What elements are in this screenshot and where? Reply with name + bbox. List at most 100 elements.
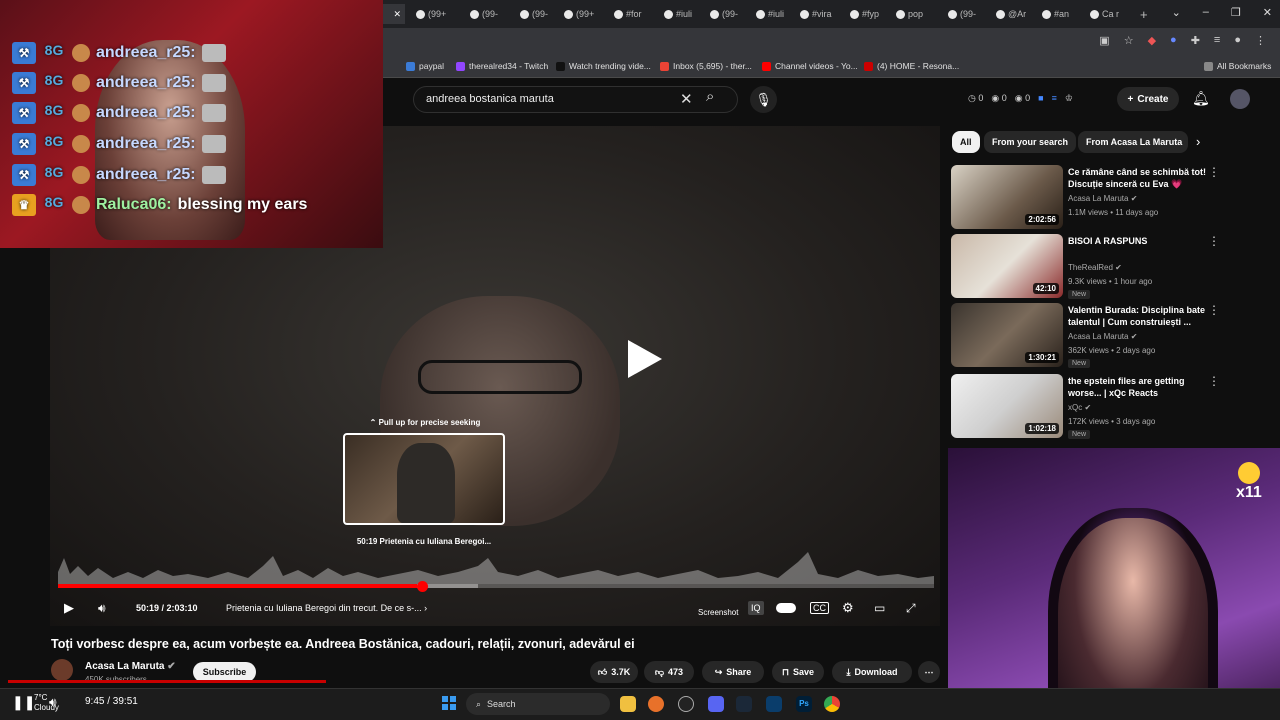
iq-icon[interactable]: IQ <box>748 601 764 615</box>
microphone-icon[interactable]: 🎙 <box>750 86 777 113</box>
maximize-icon[interactable]: ❐ <box>1231 6 1241 19</box>
photoshop-icon[interactable]: Ps <box>796 696 812 712</box>
bookmark-item[interactable]: (4) HOME - Resona... <box>864 61 959 71</box>
recommendation-thumbnail[interactable]: 1:02:18 <box>951 374 1063 438</box>
reading-list-icon[interactable]: ≡ <box>1214 34 1220 47</box>
subscribe-button[interactable]: Subscribe <box>193 662 256 682</box>
recommendation-channel[interactable]: Acasa La Maruta ✔ <box>1068 332 1137 341</box>
bookmark-item[interactable]: Watch trending vide... <box>556 61 651 71</box>
chip-all[interactable]: All <box>952 131 980 153</box>
browser-tab[interactable]: #vira <box>796 4 842 24</box>
fullscreen-icon[interactable]: ⤢ <box>906 598 916 618</box>
clear-search-icon[interactable]: ✕ <box>680 90 693 108</box>
browser-tab[interactable]: @Ar <box>992 4 1034 24</box>
browser-tab[interactable]: (99- <box>516 4 558 24</box>
browser-tab[interactable]: (99+ <box>560 4 606 24</box>
browser-tab[interactable]: pop <box>892 4 940 24</box>
browser-tab[interactable]: (99- <box>706 4 748 24</box>
save-button[interactable]: ⊓ Save <box>772 661 824 683</box>
trophy-icon[interactable]: ♔ <box>1065 93 1073 104</box>
chip-from-channel[interactable]: From Acasa La Maruta <box>1078 131 1188 153</box>
windows-start-icon[interactable] <box>442 696 456 710</box>
screenshot-label[interactable]: Screenshot <box>698 602 738 622</box>
recommendation-item[interactable]: 2:02:56 Ce rămâne când se schimbă tot! Di… <box>950 165 1270 229</box>
taskbar-search[interactable]: ⌕ Search <box>466 693 610 715</box>
browser-tab[interactable]: (99- <box>466 4 512 24</box>
more-icon[interactable]: ⋮ <box>1208 303 1220 317</box>
channel-name[interactable]: Acasa La Maruta ✔ <box>85 661 176 672</box>
like-button[interactable]: 👍︎ 3.7K <box>590 661 638 683</box>
chrome-icon[interactable] <box>824 696 840 712</box>
dropdown-icon[interactable]: ⌄ <box>1172 6 1181 19</box>
recommendation-channel[interactable]: Acasa La Maruta ✔ <box>1068 194 1137 203</box>
share-button[interactable]: ↪ Share <box>702 661 764 683</box>
account-avatar[interactable] <box>1230 89 1250 109</box>
app-icon[interactable] <box>766 696 782 712</box>
minimize-icon[interactable]: – <box>1203 6 1209 19</box>
browser-tab[interactable]: (99- <box>944 4 988 24</box>
recommendation-item[interactable]: 42:10 BISOI A RASPUNS TheRealRed ✔ 9.3K vie… <box>950 234 1270 299</box>
firefox-icon[interactable] <box>648 696 664 712</box>
steam-icon[interactable] <box>736 696 752 712</box>
pause-icon[interactable]: ❚❚ <box>12 694 35 711</box>
bookmark-item[interactable]: Channel videos - Yo... <box>762 61 858 71</box>
browser-tab[interactable]: #iuli <box>752 4 792 24</box>
settings-icon[interactable]: ⚙ <box>842 598 854 618</box>
miniplayer-icon[interactable]: ▭ <box>874 598 885 618</box>
star-icon[interactable]: ☆ <box>1124 34 1134 47</box>
app-icon[interactable] <box>678 696 694 712</box>
recommendation-title[interactable]: Valentin Burada: Disciplina bate talentu… <box>1068 304 1208 328</box>
browser-tab[interactable]: #an <box>1038 4 1082 24</box>
recommendation-title[interactable]: the epstein files are getting worse... |… <box>1068 375 1208 399</box>
recommendation-item[interactable]: 1:02:18 the epstein files are getting wor… <box>950 374 1270 439</box>
dislike-button[interactable]: 👎︎ 473 <box>644 661 694 683</box>
cast-icon[interactable]: ▣ <box>1099 34 1109 47</box>
more-actions-button[interactable]: ⋯ <box>918 661 940 683</box>
browser-tab[interactable]: #fyp <box>846 4 888 24</box>
file-explorer-icon[interactable] <box>620 696 636 712</box>
extension-icon[interactable]: ◆ <box>1148 34 1156 47</box>
profile-icon[interactable]: ● <box>1234 34 1241 47</box>
volume-icon[interactable]: 🔊︎ <box>49 695 57 710</box>
bookmark-item[interactable]: Inbox (5,695) - ther... <box>660 61 752 71</box>
recommendation-channel[interactable]: xQc ✔ <box>1068 403 1091 412</box>
all-bookmarks-folder[interactable]: All Bookmarks <box>1204 61 1271 71</box>
play-icon[interactable]: ▶ <box>64 598 74 618</box>
browser-tab[interactable]: #for <box>610 4 656 24</box>
search-icon[interactable]: ⌕ <box>706 88 714 105</box>
close-icon[interactable]: ✕ <box>1263 6 1272 19</box>
volume-icon[interactable]: 🔊︎ <box>98 598 106 618</box>
more-icon[interactable]: ⋮ <box>1208 234 1220 248</box>
progress-bar[interactable] <box>58 584 934 588</box>
recommendation-title[interactable]: Ce rămâne când se schimbă tot! Discuție … <box>1068 166 1208 190</box>
more-icon[interactable]: ⋮ <box>1208 165 1220 179</box>
recommendation-channel[interactable]: TheRealRed ✔ <box>1068 263 1122 272</box>
download-button[interactable]: ⤓ Download <box>832 661 912 683</box>
browser-tab[interactable]: (99+ <box>412 4 462 24</box>
chevron-right-icon[interactable]: › <box>1196 134 1200 149</box>
scrubber-handle[interactable] <box>417 581 428 592</box>
puzzle-icon[interactable]: ✚ <box>1191 34 1200 47</box>
extension-icon[interactable]: ● <box>1170 34 1177 47</box>
bookmark-item[interactable]: therealred34 - Twitch <box>456 61 548 71</box>
play-icon[interactable] <box>620 336 666 382</box>
bell-icon[interactable]: 🔔︎ <box>1192 90 1210 107</box>
bookmark-item[interactable]: paypal <box>406 61 444 71</box>
captions-icon[interactable]: CC <box>810 602 829 614</box>
chapter-title[interactable]: Prietenia cu Iuliana Beregoi din trecut.… <box>226 598 427 618</box>
close-tab-icon[interactable]: ✕ <box>393 9 401 20</box>
new-tab-icon[interactable]: + <box>1136 4 1152 24</box>
extension-icon[interactable]: ■ <box>1038 93 1043 104</box>
more-icon[interactable]: ⋮ <box>1208 374 1220 388</box>
recommendation-item[interactable]: 1:30:21 Valentin Burada: Disciplina bate … <box>950 303 1270 368</box>
autoplay-toggle[interactable] <box>776 603 796 613</box>
browser-tab[interactable]: #iuli <box>660 4 702 24</box>
recommendation-title[interactable]: BISOI A RASPUNS <box>1068 235 1208 247</box>
recommendation-thumbnail[interactable]: 42:10 <box>951 234 1063 298</box>
recommendation-thumbnail[interactable]: 2:02:56 <box>951 165 1063 229</box>
discord-icon[interactable] <box>708 696 724 712</box>
channel-avatar[interactable] <box>51 659 73 681</box>
recommendation-thumbnail[interactable]: 1:30:21 <box>951 303 1063 367</box>
chip-from-search[interactable]: From your search <box>984 131 1077 153</box>
playlist-icon[interactable]: ≡ <box>1052 93 1057 104</box>
